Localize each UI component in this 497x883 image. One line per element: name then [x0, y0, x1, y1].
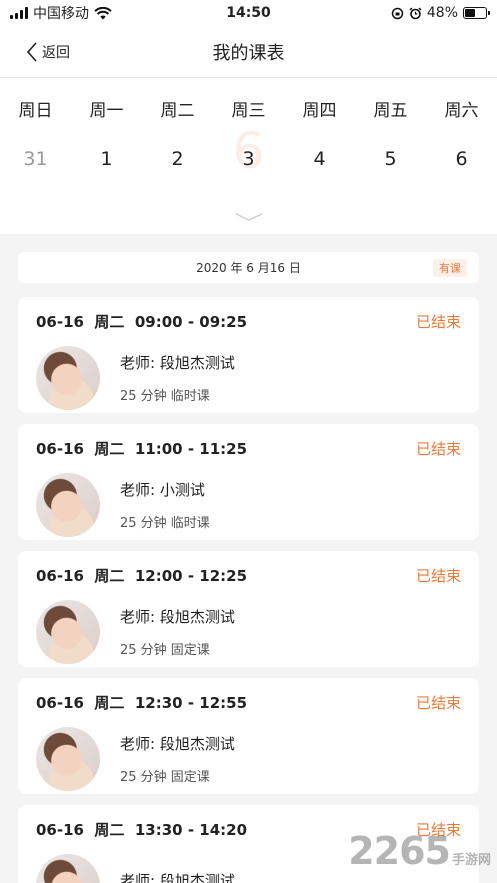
date-row: 31 1 2 6 3 4 5 6	[0, 126, 497, 176]
battery-icon	[463, 7, 490, 19]
date-number: 3	[242, 148, 255, 170]
battery-percent: 48%	[426, 5, 458, 21]
lesson-status: 已结束	[415, 694, 461, 712]
lesson-header: 06-16 周二 11:00 - 11:25 已结束	[36, 438, 461, 459]
weekday-row: 周日 周一 周二 周三 周四 周五 周六	[0, 78, 497, 121]
lesson-info: 老师: 小测试 25 分钟 临时课	[120, 479, 210, 531]
back-label: 返回	[42, 45, 70, 61]
date-cell[interactable]: 5	[355, 144, 426, 174]
lesson-info: 老师: 段旭杰测试	[120, 870, 235, 883]
lesson-status: 已结束	[415, 567, 461, 585]
weekday-sun: 周日	[18, 101, 53, 121]
weekday-sat: 周六	[444, 101, 479, 121]
teacher-avatar	[36, 727, 100, 791]
chevron-left-icon	[26, 42, 37, 62]
lesson-body: 老师: 小测试 25 分钟 临时课	[36, 473, 461, 537]
date-number: 1	[100, 148, 113, 170]
lesson-list: 06-16 周二 09:00 - 09:25 已结束 老师: 段旭杰测试 25 …	[0, 283, 497, 883]
date-number: 6	[455, 148, 468, 170]
has-class-badge: 有课	[433, 259, 467, 277]
date-number: 31	[23, 148, 48, 170]
wifi-icon	[94, 6, 112, 19]
watermark-number: 2265	[348, 829, 451, 873]
lesson-status: 已结束	[415, 440, 461, 458]
lesson-header: 06-16 周二 12:00 - 12:25 已结束	[36, 565, 461, 586]
teacher-name: 老师: 段旭杰测试	[120, 354, 235, 372]
lesson-meta: 25 分钟 固定课	[120, 770, 210, 785]
teacher-avatar	[36, 473, 100, 537]
lesson-info: 老师: 段旭杰测试 25 分钟 临时课	[120, 352, 235, 404]
weekday-wed: 周三	[231, 101, 266, 121]
lesson-meta: 25 分钟 固定课	[120, 643, 210, 658]
selected-day-banner: 2020 年 6 月16 日 有课	[18, 252, 479, 283]
teacher-name: 老师: 小测试	[120, 481, 205, 499]
selected-date: 2020 年 6 月16 日	[196, 261, 301, 275]
lesson-body: 老师: 段旭杰测试 25 分钟 固定课	[36, 727, 461, 791]
status-time: 14:50	[226, 5, 271, 21]
lesson-time: 06-16 周二 12:30 - 12:55	[36, 694, 248, 712]
weekday-fri: 周五	[373, 101, 408, 121]
lesson-info: 老师: 段旭杰测试 25 分钟 固定课	[120, 606, 235, 658]
lesson-header: 06-16 周二 09:00 - 09:25 已结束	[36, 311, 461, 332]
date-cell[interactable]: 31	[0, 144, 71, 174]
teacher-avatar	[36, 854, 100, 883]
alarm-icon	[409, 6, 422, 19]
nav-bar: 返回 我的课表	[0, 26, 497, 78]
lesson-card[interactable]: 06-16 周二 09:00 - 09:25 已结束 老师: 段旭杰测试 25 …	[18, 297, 479, 413]
lesson-status: 已结束	[415, 313, 461, 331]
watermark-text: 手游网	[451, 853, 491, 868]
date-number: 2	[171, 148, 184, 170]
battery-fill	[465, 9, 475, 17]
lesson-card[interactable]: 06-16 周二 12:30 - 12:55 已结束 老师: 段旭杰测试 25 …	[18, 678, 479, 794]
date-number: 4	[313, 148, 326, 170]
lesson-body: 老师: 段旭杰测试 25 分钟 临时课	[36, 346, 461, 410]
weekday-thu: 周四	[302, 101, 337, 121]
weekday-tue: 周二	[160, 101, 195, 121]
carrier-name: 中国移动	[33, 6, 89, 22]
lesson-time: 06-16 周二 11:00 - 11:25	[36, 440, 248, 458]
teacher-name: 老师: 段旭杰测试	[120, 608, 235, 626]
date-cell[interactable]: 1	[71, 144, 142, 174]
orientation-lock-icon	[391, 7, 404, 19]
expand-calendar-chevron-icon[interactable]	[234, 212, 264, 222]
lesson-header: 06-16 周二 12:30 - 12:55 已结束	[36, 692, 461, 713]
lesson-meta: 25 分钟 临时课	[120, 516, 210, 531]
signal-icon	[10, 7, 28, 19]
date-cell[interactable]: 2	[142, 144, 213, 174]
lesson-card[interactable]: 06-16 周二 12:00 - 12:25 已结束 老师: 段旭杰测试 25 …	[18, 551, 479, 667]
status-left: 中国移动	[10, 3, 112, 23]
lesson-time: 06-16 周二 12:00 - 12:25	[36, 567, 248, 585]
teacher-avatar	[36, 346, 100, 410]
teacher-name: 老师: 段旭杰测试	[120, 871, 235, 883]
status-bar: 中国移动 14:50 48%	[0, 0, 497, 26]
date-cell-selected[interactable]: 6 3	[213, 126, 284, 176]
lesson-info: 老师: 段旭杰测试 25 分钟 固定课	[120, 733, 235, 785]
page-title: 我的课表	[212, 42, 285, 64]
lesson-time: 06-16 周二 09:00 - 09:25	[36, 313, 248, 331]
site-watermark: 2265 手游网	[348, 829, 491, 873]
lesson-meta: 25 分钟 临时课	[120, 389, 210, 404]
week-calendar: 周日 周一 周二 周三 周四 周五 周六 31 1 2 6 3 4 5 6	[0, 78, 497, 234]
teacher-name: 老师: 段旭杰测试	[120, 735, 235, 753]
status-right: 48%	[391, 5, 490, 21]
lesson-body: 老师: 段旭杰测试 25 分钟 固定课	[36, 600, 461, 664]
lesson-time: 06-16 周二 13:30 - 14:20	[36, 821, 248, 839]
date-cell[interactable]: 6	[426, 144, 497, 174]
weekday-mon: 周一	[89, 101, 124, 121]
date-cell[interactable]: 4	[284, 144, 355, 174]
date-number: 5	[384, 148, 397, 170]
teacher-avatar	[36, 600, 100, 664]
lesson-card[interactable]: 06-16 周二 11:00 - 11:25 已结束 老师: 小测试 25 分钟…	[18, 424, 479, 540]
back-button[interactable]: 返回	[26, 26, 70, 78]
